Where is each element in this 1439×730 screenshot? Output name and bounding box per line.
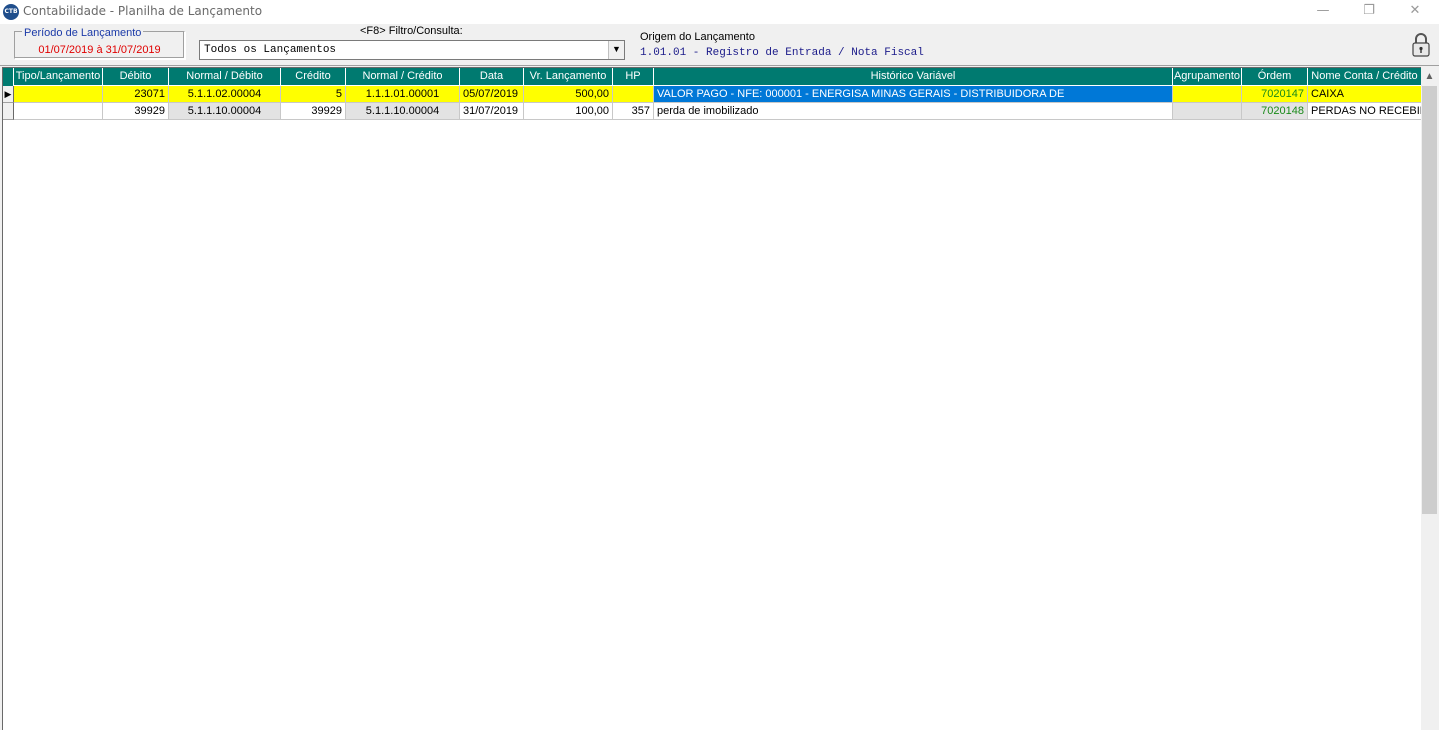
cell-historico[interactable]: perda de imobilizado bbox=[654, 103, 1173, 120]
cell-hp[interactable]: 357 bbox=[613, 103, 654, 120]
filter-dropdown[interactable]: Todos os Lançamentos ▼ bbox=[199, 40, 625, 60]
cell-agrupamento[interactable] bbox=[1173, 86, 1242, 103]
app-icon: CTB bbox=[3, 4, 19, 20]
column-header-debito[interactable]: Débito bbox=[103, 68, 169, 86]
minimize-button[interactable]: — bbox=[1300, 0, 1346, 24]
cell-normal-credito[interactable]: 1.1.1.01.00001 bbox=[346, 86, 460, 103]
period-groupbox: Período de Lançamento 01/07/2019 à 31/07… bbox=[14, 27, 185, 59]
cell-debito[interactable]: 23071 bbox=[103, 86, 169, 103]
cell-ordem[interactable]: 7020147 bbox=[1242, 86, 1308, 103]
table-row[interactable]: 39929 5.1.1.10.00004 39929 5.1.1.10.0000… bbox=[3, 103, 1421, 120]
row-indicator[interactable] bbox=[3, 103, 14, 120]
cell-agrupamento[interactable] bbox=[1173, 103, 1242, 120]
column-header-credito[interactable]: Crédito bbox=[281, 68, 346, 86]
cell-debito[interactable]: 39929 bbox=[103, 103, 169, 120]
window-title: Contabilidade - Planilha de Lançamento bbox=[23, 4, 263, 18]
column-header-nome-conta[interactable]: Nome Conta / Crédito bbox=[1308, 68, 1421, 86]
cell-valor[interactable]: 500,00 bbox=[524, 86, 613, 103]
table-row[interactable]: ▶ 23071 5.1.1.02.00004 5 1.1.1.01.00001 … bbox=[3, 86, 1421, 103]
cell-normal-debito[interactable]: 5.1.1.10.00004 bbox=[169, 103, 281, 120]
cell-normal-credito[interactable]: 5.1.1.10.00004 bbox=[346, 103, 460, 120]
column-header-tipo[interactable]: Tipo/Lançamento bbox=[14, 68, 103, 86]
filter-selected-value: Todos os Lançamentos bbox=[204, 44, 337, 56]
cell-data[interactable]: 31/07/2019 bbox=[460, 103, 524, 120]
grid-header: Tipo/Lançamento Débito Normal / Débito C… bbox=[3, 68, 1421, 86]
window: CTB Contabilidade - Planilha de Lançamen… bbox=[0, 0, 1439, 730]
cell-tipo[interactable] bbox=[14, 86, 103, 103]
filter-label: <F8> Filtro/Consulta: bbox=[360, 25, 463, 37]
column-header-agrupamento[interactable]: Agrupamento bbox=[1173, 68, 1242, 86]
header-indicator bbox=[3, 68, 14, 86]
column-header-valor[interactable]: Vr. Lançamento bbox=[524, 68, 613, 86]
close-button[interactable]: ✕ bbox=[1392, 0, 1438, 24]
column-header-hp[interactable]: HP bbox=[613, 68, 654, 86]
top-panel: Período de Lançamento 01/07/2019 à 31/07… bbox=[0, 24, 1439, 66]
column-header-data[interactable]: Data bbox=[460, 68, 524, 86]
chevron-down-icon[interactable]: ▼ bbox=[608, 41, 624, 59]
scrollbar-thumb[interactable] bbox=[1422, 86, 1437, 514]
cell-credito[interactable]: 5 bbox=[281, 86, 346, 103]
scroll-up-icon[interactable]: ▲ bbox=[1421, 69, 1438, 86]
vertical-scrollbar[interactable]: ▲ bbox=[1421, 67, 1438, 730]
cell-data[interactable]: 05/07/2019 bbox=[460, 86, 524, 103]
cell-nome-conta[interactable]: CAIXA bbox=[1308, 86, 1421, 103]
cell-hp[interactable] bbox=[613, 86, 654, 103]
cell-ordem[interactable]: 7020148 bbox=[1242, 103, 1308, 120]
cell-tipo[interactable] bbox=[14, 103, 103, 120]
period-label: Período de Lançamento bbox=[22, 27, 144, 39]
cell-nome-conta[interactable]: PERDAS NO RECEBIME bbox=[1308, 103, 1421, 120]
column-header-historico[interactable]: Histórico Variável bbox=[654, 68, 1173, 86]
period-value[interactable]: 01/07/2019 à 31/07/2019 bbox=[15, 44, 184, 56]
row-indicator-arrow-icon[interactable]: ▶ bbox=[3, 86, 14, 103]
column-header-normal-credito[interactable]: Normal / Crédito bbox=[346, 68, 460, 86]
column-header-normal-debito[interactable]: Normal / Débito bbox=[169, 68, 281, 86]
cell-historico[interactable]: VALOR PAGO - NFE: 000001 - ENERGISA MINA… bbox=[654, 86, 1173, 103]
origin-value: 1.01.01 - Registro de Entrada / Nota Fis… bbox=[640, 47, 924, 59]
lock-icon[interactable] bbox=[1410, 32, 1432, 58]
column-header-ordem[interactable]: Órdem bbox=[1242, 68, 1308, 86]
cell-valor[interactable]: 100,00 bbox=[524, 103, 613, 120]
restore-button[interactable]: ❐ bbox=[1346, 0, 1392, 24]
cell-credito[interactable]: 39929 bbox=[281, 103, 346, 120]
cell-normal-debito[interactable]: 5.1.1.02.00004 bbox=[169, 86, 281, 103]
origin-label: Origem do Lançamento bbox=[640, 31, 755, 43]
title-bar: CTB Contabilidade - Planilha de Lançamen… bbox=[0, 0, 1439, 24]
entries-grid[interactable]: Tipo/Lançamento Débito Normal / Débito C… bbox=[2, 67, 1421, 730]
